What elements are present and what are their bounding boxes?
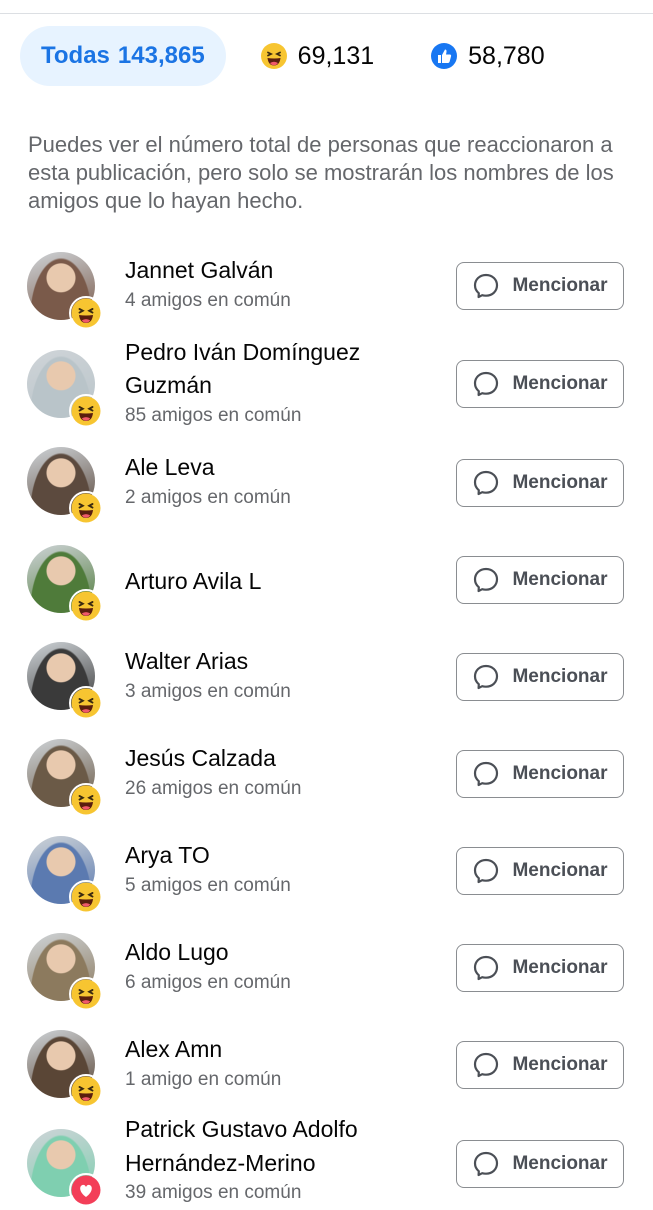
mention-label: Mencionar — [512, 666, 608, 687]
avatar[interactable] — [27, 252, 103, 330]
person-name[interactable]: Ale Leva — [125, 451, 215, 483]
mutual-friends: 6 amigos en común — [125, 972, 291, 993]
haha-reaction-icon — [69, 394, 103, 428]
chat-bubble-icon — [472, 760, 506, 788]
mutual-friends: 3 amigos en común — [125, 681, 291, 702]
person-name[interactable]: Walter Arias — [125, 645, 248, 677]
avatar[interactable] — [27, 545, 103, 623]
person-name[interactable]: Aldo Lugo — [125, 936, 229, 968]
mention-button[interactable]: Mencionar — [456, 1140, 624, 1188]
mutual-friends: 4 amigos en común — [125, 290, 291, 311]
mention-label: Mencionar — [512, 763, 608, 784]
mention-button[interactable]: Mencionar — [456, 459, 624, 507]
mutual-friends: 1 amigo en común — [125, 1069, 282, 1090]
mention-label: Mencionar — [512, 1054, 608, 1075]
chat-bubble-icon — [472, 370, 506, 398]
chat-bubble-icon — [472, 566, 506, 594]
mention-button[interactable]: Mencionar — [456, 944, 624, 992]
person-name-line[interactable]: Guzmán — [125, 369, 212, 401]
person-name[interactable]: Jesús Calzada — [125, 742, 276, 774]
mention-button[interactable]: Mencionar — [456, 1041, 624, 1089]
haha-reaction-icon — [69, 783, 103, 817]
person-name-line[interactable]: Hernández-Merino — [125, 1147, 315, 1179]
chat-bubble-icon — [472, 954, 506, 982]
mention-button[interactable]: Mencionar — [456, 262, 624, 310]
haha-reaction-icon — [69, 491, 103, 525]
chat-bubble-icon — [472, 272, 506, 300]
mention-label: Mencionar — [512, 373, 608, 394]
chat-bubble-icon — [472, 663, 506, 691]
chat-bubble-icon — [472, 469, 506, 497]
person-name[interactable]: Alex Amn — [125, 1033, 222, 1065]
haha-reaction-icon — [69, 296, 103, 330]
avatar[interactable] — [27, 1030, 103, 1108]
chat-bubble-icon — [472, 1150, 506, 1178]
mutual-friends: 39 amigos en común — [125, 1182, 302, 1203]
mutual-friends: 5 amigos en común — [125, 875, 291, 896]
avatar[interactable] — [27, 739, 103, 817]
person-name[interactable]: Arturo Avila L — [125, 565, 261, 597]
mention-button[interactable]: Mencionar — [456, 653, 624, 701]
mention-label: Mencionar — [512, 957, 608, 978]
love-reaction-icon — [69, 1173, 103, 1207]
chat-bubble-icon — [472, 1051, 506, 1079]
avatar[interactable] — [27, 447, 103, 525]
avatar[interactable] — [27, 1129, 103, 1207]
mention-button[interactable]: Mencionar — [456, 750, 624, 798]
person-name-line[interactable]: Patrick Gustavo Adolfo — [125, 1113, 358, 1145]
avatar[interactable] — [27, 350, 103, 428]
avatar[interactable] — [27, 836, 103, 914]
haha-reaction-icon — [69, 686, 103, 720]
avatar[interactable] — [27, 933, 103, 1011]
mention-label: Mencionar — [512, 1153, 608, 1174]
chat-bubble-icon — [472, 857, 506, 885]
mutual-friends: 85 amigos en común — [125, 405, 302, 426]
mention-label: Mencionar — [512, 860, 608, 881]
mention-button[interactable]: Mencionar — [456, 847, 624, 895]
mention-label: Mencionar — [512, 569, 608, 590]
person-name-line[interactable]: Pedro Iván Domínguez — [125, 336, 360, 368]
haha-reaction-icon — [69, 1074, 103, 1108]
mention-button[interactable]: Mencionar — [456, 556, 624, 604]
person-name[interactable]: Jannet Galván — [125, 254, 273, 286]
haha-reaction-icon — [69, 977, 103, 1011]
mention-label: Mencionar — [512, 472, 608, 493]
person-name[interactable]: Arya TO — [125, 839, 210, 871]
mutual-friends: 26 amigos en común — [125, 778, 302, 799]
mention-label: Mencionar — [512, 275, 608, 296]
reactions-list: Jannet Galván 4 amigos en común Mencionar… — [0, 0, 653, 1207]
mention-button[interactable]: Mencionar — [456, 360, 624, 408]
haha-reaction-icon — [69, 589, 103, 623]
avatar[interactable] — [27, 642, 103, 720]
mutual-friends: 2 amigos en común — [125, 487, 291, 508]
haha-reaction-icon — [69, 880, 103, 914]
